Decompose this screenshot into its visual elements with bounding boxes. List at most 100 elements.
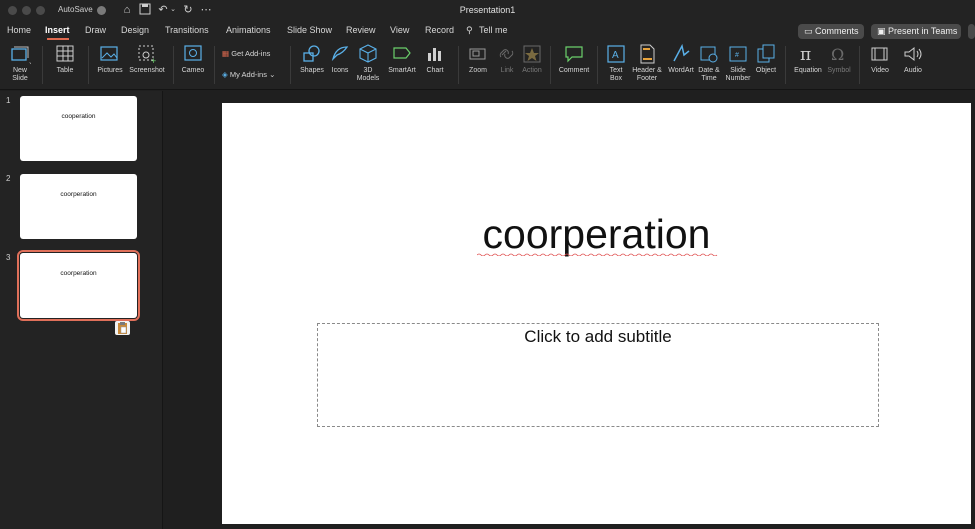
tab-design[interactable]: Design xyxy=(121,25,149,35)
chart-label: Chart xyxy=(426,67,444,74)
action-button[interactable]: Action xyxy=(520,43,544,75)
link-button[interactable]: Link xyxy=(496,43,518,75)
ribbon-divider xyxy=(550,46,551,84)
svg-text:⌄: ⌄ xyxy=(28,59,31,65)
canvas-right-edge xyxy=(971,91,975,529)
new-slide-label: New Slide xyxy=(12,67,28,82)
spellcheck-underline xyxy=(477,253,718,256)
symbol-button[interactable]: Ω Symbol xyxy=(826,43,852,75)
tab-record[interactable]: Record xyxy=(425,25,454,35)
comment-button[interactable]: Comment xyxy=(557,43,591,75)
chart-button[interactable]: Chart xyxy=(422,43,448,75)
equation-button[interactable]: π Equation xyxy=(791,43,825,75)
object-label: Object xyxy=(755,67,777,74)
zoom-icon xyxy=(469,48,486,60)
header-footer-icon xyxy=(640,44,655,64)
slide-number-2: 2 xyxy=(6,174,11,183)
ribbon-divider xyxy=(42,46,43,84)
get-addins-label: Get Add-ins xyxy=(231,49,271,58)
omega-icon: Ω xyxy=(831,45,844,64)
ribbon-toolbar: ⌄ New Slide Table Pictures + Screenshot … xyxy=(0,40,975,90)
link-label: Link xyxy=(500,67,514,74)
object-button[interactable]: Object xyxy=(753,43,779,75)
comments-label: Comments xyxy=(815,26,859,36)
slide-title-text[interactable]: coorperation xyxy=(222,211,971,258)
icons-label: Icons xyxy=(331,67,349,74)
lightbulb-icon: ⚲ xyxy=(466,25,473,35)
tab-draw[interactable]: Draw xyxy=(85,25,106,35)
cube-icon xyxy=(359,44,377,63)
present-in-teams-button[interactable]: ▣ Present in Teams xyxy=(871,24,961,39)
3d-models-label: 3D Models xyxy=(356,67,380,82)
zoom-button[interactable]: Zoom xyxy=(464,43,492,75)
text-box-icon: A xyxy=(607,45,625,63)
ribbon-divider xyxy=(785,46,786,84)
share-button[interactable] xyxy=(968,24,975,39)
smartart-icon xyxy=(393,47,411,59)
zoom-label: Zoom xyxy=(469,67,487,74)
icons-button[interactable]: Icons xyxy=(328,43,352,75)
slide-thumbnail-1[interactable]: cooperation xyxy=(20,96,137,161)
video-button[interactable]: Video xyxy=(866,43,894,75)
slide-number-1: 1 xyxy=(6,96,11,105)
wordart-button[interactable]: WordArt xyxy=(666,43,696,75)
comments-button[interactable]: ▭ Comments xyxy=(798,24,864,39)
pictures-button[interactable]: Pictures xyxy=(94,43,126,75)
shapes-button[interactable]: Shapes xyxy=(297,43,327,75)
wordart-icon xyxy=(673,43,690,62)
ribbon-divider xyxy=(214,46,215,84)
pictures-icon xyxy=(100,46,118,61)
cameo-button[interactable]: Cameo xyxy=(178,43,208,75)
slide-thumbnail-3[interactable]: coorperation xyxy=(17,250,140,321)
header-footer-label: Header & Footer xyxy=(632,67,662,82)
tab-home[interactable]: Home xyxy=(7,25,31,35)
tab-review[interactable]: Review xyxy=(346,25,376,35)
title-bar: AutoSave ⌂ ↶ ⌄ ↻ ⋯ Presentation1 xyxy=(0,0,975,22)
text-box-button[interactable]: A Text Box xyxy=(604,43,628,83)
audio-button[interactable]: Audio xyxy=(898,43,928,75)
tab-insert[interactable]: Insert xyxy=(45,25,70,35)
shapes-icon xyxy=(303,45,320,62)
symbol-label: Symbol xyxy=(827,67,851,74)
paste-options-icon[interactable] xyxy=(115,321,130,335)
table-button[interactable]: Table xyxy=(50,43,80,75)
smartart-button[interactable]: SmartArt xyxy=(385,43,419,75)
slide-thumbnail-title: coorperation xyxy=(60,270,97,277)
subtitle-placeholder[interactable]: Click to add subtitle xyxy=(317,323,879,427)
screenshot-label: Screenshot xyxy=(129,67,165,74)
tab-transitions[interactable]: Transitions xyxy=(165,25,209,35)
slide-thumbnail-title: cooperation xyxy=(61,113,96,120)
slide-thumbnail-pane: 1 cooperation 2 coorperation 3 coorperat… xyxy=(0,91,162,529)
tab-view[interactable]: View xyxy=(390,25,409,35)
speaker-icon xyxy=(904,46,922,62)
chart-icon xyxy=(428,48,441,61)
ribbon-divider xyxy=(173,46,174,84)
tell-me-search[interactable]: Tell me xyxy=(479,25,508,35)
action-label: Action xyxy=(522,67,542,74)
my-addins-button[interactable]: ◈ My Add-ins ⌄ xyxy=(222,70,275,79)
new-slide-button[interactable]: ⌄ New Slide xyxy=(5,43,35,83)
present-in-teams-label: Present in Teams xyxy=(888,26,958,36)
date-time-label: Date & Time xyxy=(698,67,720,82)
slide-number-button[interactable]: # Slide Number xyxy=(724,43,752,83)
get-addins-button[interactable]: ▦ Get Add-ins xyxy=(222,49,270,58)
screenshot-icon: + xyxy=(138,45,156,65)
svg-text:Ω: Ω xyxy=(831,45,844,64)
text-box-label: Text Box xyxy=(609,67,623,82)
3d-models-button[interactable]: 3D Models xyxy=(355,43,381,83)
date-time-button[interactable]: Date & Time xyxy=(697,43,721,83)
tab-slide-show[interactable]: Slide Show xyxy=(287,25,332,35)
tab-animations[interactable]: Animations xyxy=(226,25,271,35)
link-icon xyxy=(499,49,514,59)
header-footer-button[interactable]: Header & Footer xyxy=(630,43,664,83)
object-icon xyxy=(757,44,775,63)
current-slide[interactable]: coorperation Click to add subtitle xyxy=(222,103,971,524)
audio-label: Audio xyxy=(904,67,922,74)
cameo-label: Cameo xyxy=(181,67,205,74)
my-addins-label: My Add-ins xyxy=(229,70,267,79)
screenshot-button[interactable]: + Screenshot xyxy=(127,43,167,75)
equation-label: Equation xyxy=(794,67,822,74)
slide-thumbnail-2[interactable]: coorperation xyxy=(20,174,137,239)
teams-icon: ▣ xyxy=(877,26,886,36)
subtitle-placeholder-text: Click to add subtitle xyxy=(524,327,672,346)
